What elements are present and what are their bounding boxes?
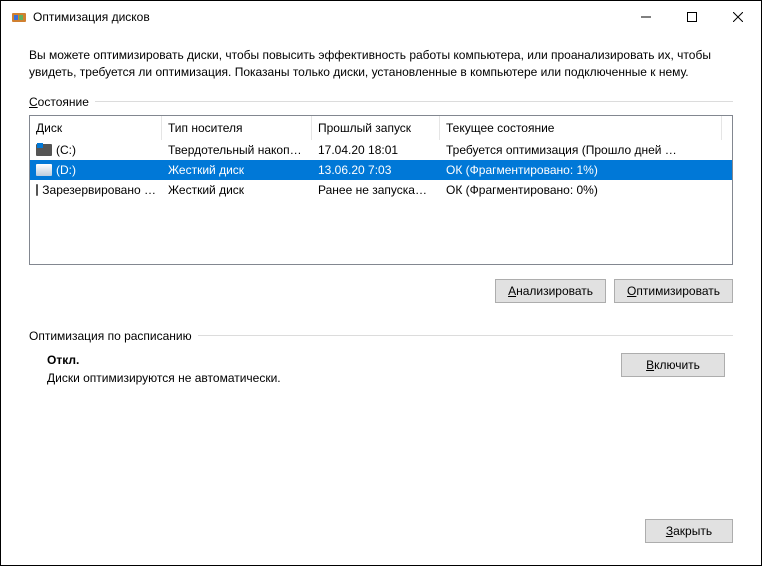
drive-last: Ранее не запуска… [312,183,440,197]
window-title: Оптимизация дисков [33,10,150,24]
schedule-heading: Оптимизация по расписанию [29,329,733,343]
column-media[interactable]: Тип носителя [162,116,312,140]
footer-buttons: Закрыть [645,519,733,543]
drive-icon [36,144,52,156]
drive-name: (C:) [56,143,76,157]
optimize-button[interactable]: Оптимизировать [614,279,733,303]
drive-status: ОК (Фрагментировано: 1%) [440,163,722,177]
minimize-button[interactable] [623,1,669,33]
list-item[interactable]: Зарезервировано … Жесткий диск Ранее не … [30,180,732,200]
titlebar: Оптимизация дисков [1,1,761,33]
drive-name: Зарезервировано … [42,183,156,197]
app-icon [11,9,27,25]
column-disk[interactable]: Диск [30,116,162,140]
schedule-section: Оптимизация по расписанию Откл. Диски оп… [29,329,733,385]
drive-media: Жесткий диск [162,163,312,177]
close-button[interactable] [715,1,761,33]
drives-listview[interactable]: Диск Тип носителя Прошлый запуск Текущее… [29,115,733,265]
column-status[interactable]: Текущее состояние [440,116,722,140]
enable-button[interactable]: Включить [621,353,725,377]
drive-last: 13.06.20 7:03 [312,163,440,177]
drive-icon [36,184,38,196]
drive-media: Твердотельный накоп… [162,143,312,157]
close-dialog-button[interactable]: Закрыть [645,519,733,543]
window-controls [623,1,761,33]
list-item[interactable]: (D:) Жесткий диск 13.06.20 7:03 ОК (Фраг… [30,160,732,180]
column-last-run[interactable]: Прошлый запуск [312,116,440,140]
drive-status: ОК (Фрагментировано: 0%) [440,183,722,197]
maximize-button[interactable] [669,1,715,33]
schedule-status: Откл. [47,353,621,367]
drive-icon [36,164,52,176]
description-text: Вы можете оптимизировать диски, чтобы по… [29,47,733,81]
drive-last: 17.04.20 18:01 [312,143,440,157]
drive-status: Требуется оптимизация (Прошло дней … [440,143,722,157]
state-section-label: Состояние [29,95,733,109]
schedule-detail: Диски оптимизируются не автоматически. [47,371,621,385]
action-buttons: Анализировать Оптимизировать [29,279,733,303]
listview-header: Диск Тип носителя Прошлый запуск Текущее… [30,116,732,140]
drive-name: (D:) [56,163,76,177]
content: Вы можете оптимизировать диски, чтобы по… [1,33,761,385]
drive-media: Жесткий диск [162,183,312,197]
list-item[interactable]: (C:) Твердотельный накоп… 17.04.20 18:01… [30,140,732,160]
analyze-button[interactable]: Анализировать [495,279,606,303]
